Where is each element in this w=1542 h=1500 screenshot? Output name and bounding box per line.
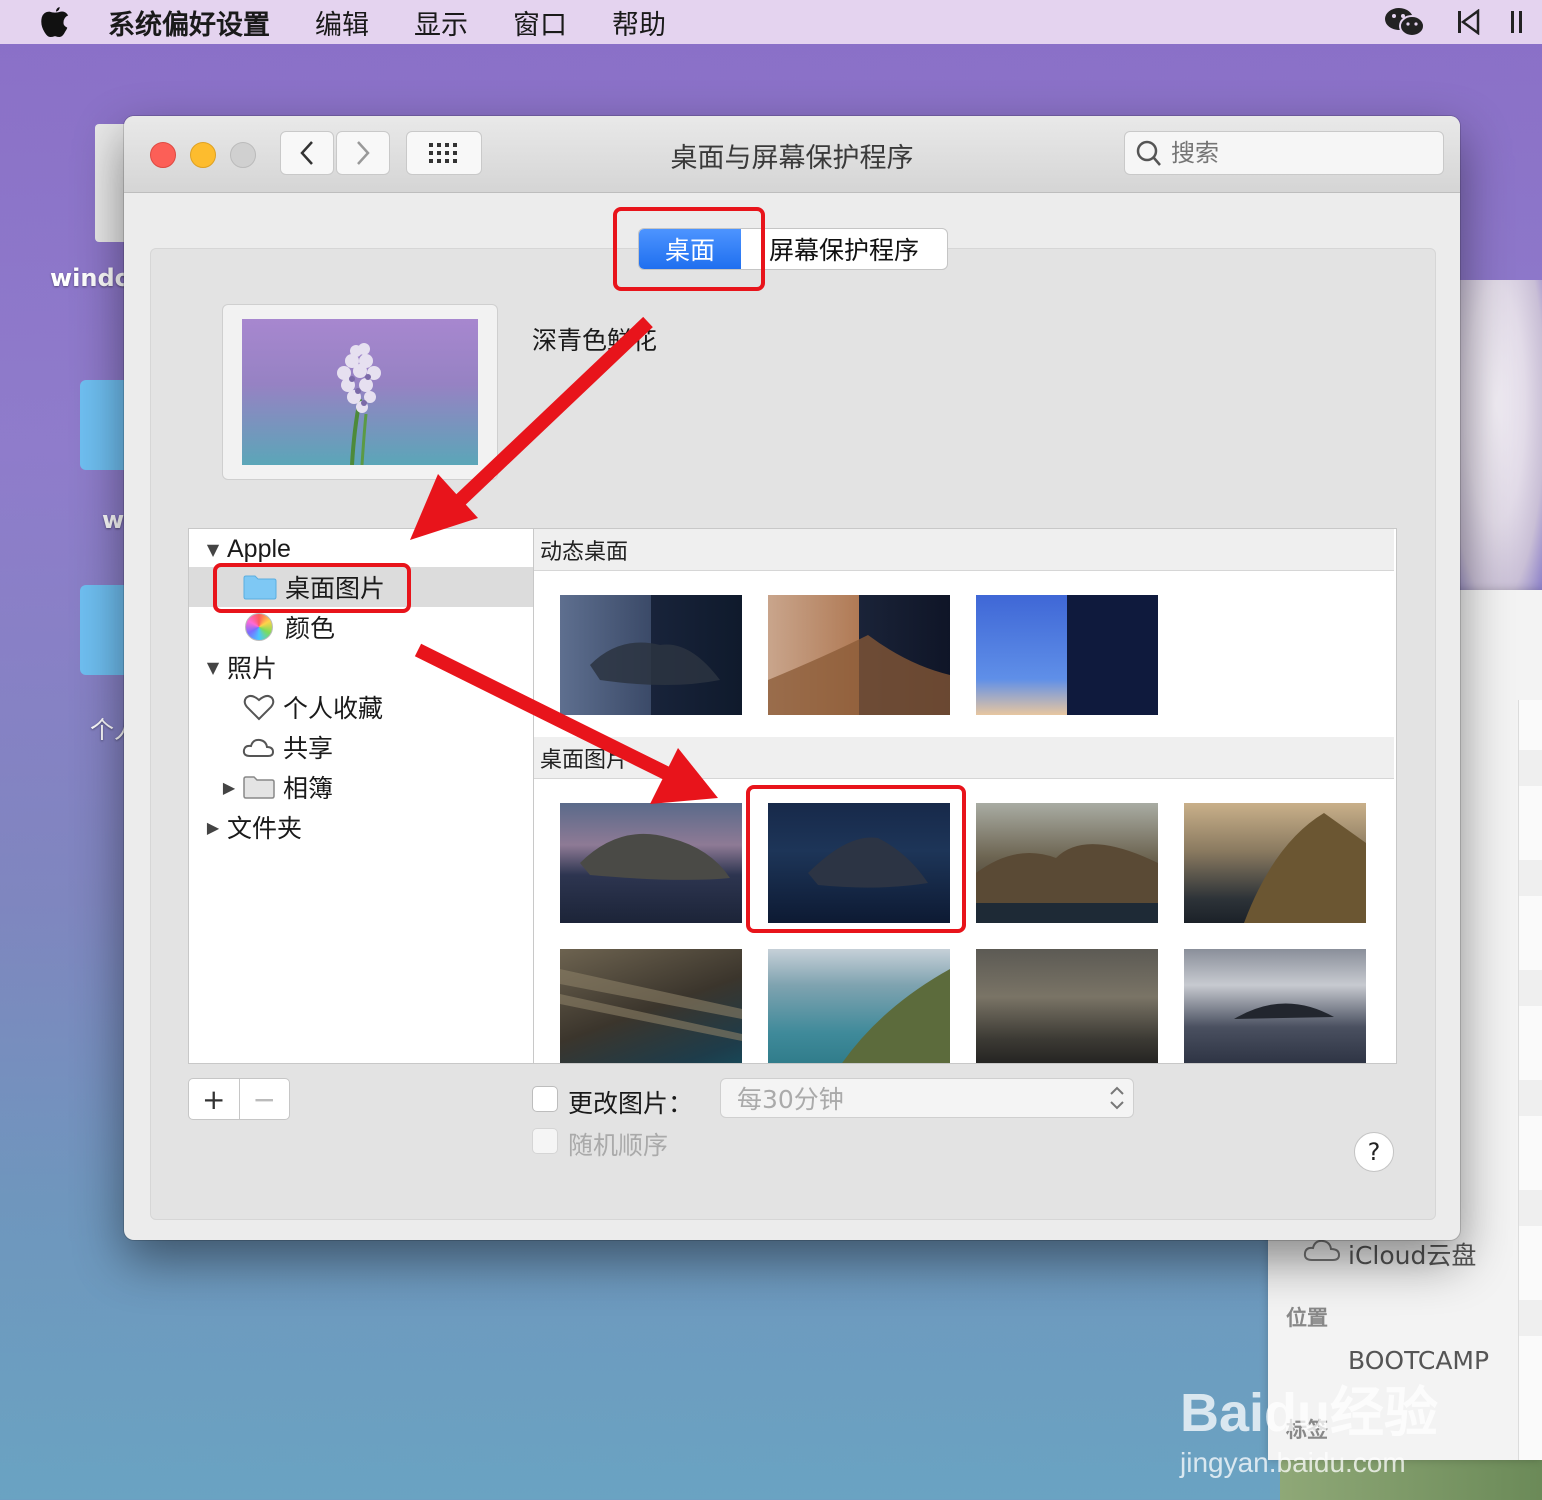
watermark-url: jingyan.baidu.com xyxy=(1180,1447,1406,1478)
watermark-brand: Baidu经验 xyxy=(1180,1383,1439,1443)
baidu-watermark: Baidu经验 jingyan.baidu.com xyxy=(1180,1368,1438,1479)
annotation-arrows xyxy=(410,316,718,804)
